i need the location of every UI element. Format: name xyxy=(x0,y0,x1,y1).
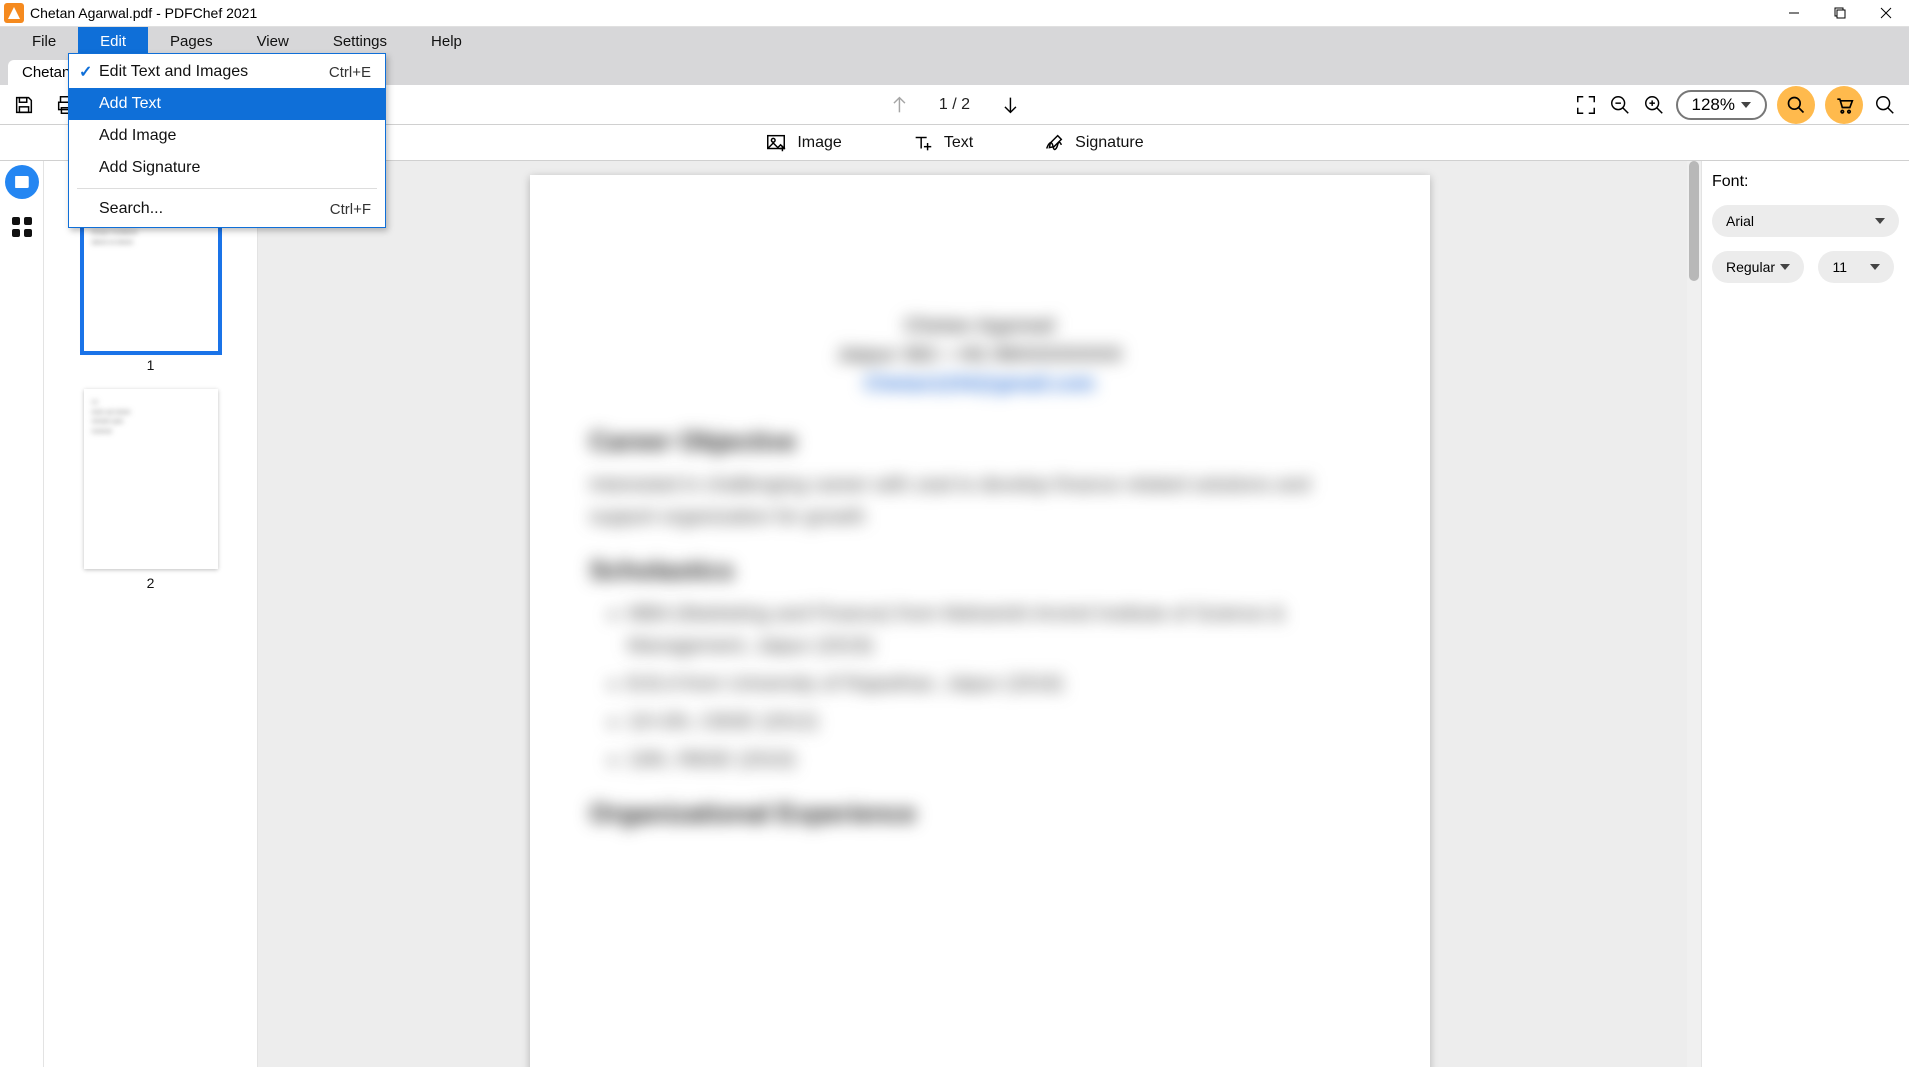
insert-signature-label: Signature xyxy=(1075,134,1144,152)
para-career: Interested in challenging career with ze… xyxy=(590,469,1370,533)
close-button[interactable] xyxy=(1863,0,1909,27)
menubar: File Edit Pages View Settings Help xyxy=(0,27,1909,55)
page-indicator: 1 / 2 xyxy=(939,96,970,114)
page-1[interactable]: Chetan Agarwal Jaipur 302 ▪ +91 99XXXXXX… xyxy=(530,175,1430,1067)
grid-view-button[interactable] xyxy=(12,217,32,237)
document-area[interactable]: Chetan Agarwal Jaipur 302 ▪ +91 99XXXXXX… xyxy=(258,161,1701,1067)
menu-edit[interactable]: Edit xyxy=(78,27,148,55)
scholastic-1: MBA (Marketing and Finance) from Maharis… xyxy=(628,598,1370,662)
signature-icon xyxy=(1043,132,1065,154)
menu-item-label: Search... xyxy=(99,200,330,218)
heading-org: Organizational Experience xyxy=(590,798,1370,829)
font-panel: Font: Arial Regular 11 xyxy=(1701,161,1909,1067)
edit-menu-dropdown: ✓ Edit Text and Images Ctrl+E Add Text A… xyxy=(68,53,386,228)
menu-file[interactable]: File xyxy=(10,27,78,55)
vertical-scrollbar[interactable] xyxy=(1687,161,1701,1067)
search-button[interactable] xyxy=(1873,93,1897,117)
menu-item-label: Add Text xyxy=(99,95,371,113)
chevron-down-icon xyxy=(1875,218,1885,224)
menu-help[interactable]: Help xyxy=(409,27,484,55)
insert-image-label: Image xyxy=(797,134,841,152)
zoom-in-button[interactable] xyxy=(1642,93,1666,117)
thumbnail-2-label: 2 xyxy=(147,575,155,591)
scholastic-3: 10+2th, CBSE (2012) xyxy=(628,706,1370,738)
font-weight-value: Regular xyxy=(1726,259,1775,275)
insert-signature-button[interactable]: Signature xyxy=(1043,132,1144,154)
prev-page-button[interactable] xyxy=(887,93,911,117)
font-weight-select[interactable]: Regular xyxy=(1712,251,1804,283)
insert-text-button[interactable]: Text xyxy=(912,132,973,154)
scholastic-2: B.B.A from University of Rajasthan, Jaip… xyxy=(628,668,1370,700)
menu-item-label: Edit Text and Images xyxy=(99,63,329,81)
resume-address: Jaipur 302 ▪ +91 99XXXXXXXX xyxy=(590,344,1370,367)
menu-edit-text-and-images[interactable]: ✓ Edit Text and Images Ctrl+E xyxy=(69,56,385,88)
thumbnail-panel: Lorem ipsumdolor sit ametconsecteturadip… xyxy=(44,161,258,1067)
zoom-select[interactable]: 128% xyxy=(1676,90,1767,120)
maximize-button[interactable] xyxy=(1817,0,1863,27)
menu-item-shortcut: Ctrl+E xyxy=(329,64,371,81)
thumbnail-2[interactable]: Utenim ad minimveniam quisnostrud xyxy=(84,389,218,569)
chevron-down-icon xyxy=(1870,264,1880,270)
scholastic-4: 10th, RBSE (2010) xyxy=(628,744,1370,776)
app-body: Lorem ipsumdolor sit ametconsecteturadip… xyxy=(0,161,1909,1067)
minimize-button[interactable] xyxy=(1771,0,1817,27)
panel-icon xyxy=(13,173,31,191)
menu-search[interactable]: Search... Ctrl+F xyxy=(69,193,385,225)
menu-pages[interactable]: Pages xyxy=(148,27,235,55)
menu-item-label: Add Image xyxy=(99,127,371,145)
titlebar: Chetan Agarwal.pdf - PDFChef 2021 xyxy=(0,0,1909,27)
heading-career: Career Objective xyxy=(590,426,1370,457)
font-family-value: Arial xyxy=(1726,213,1754,229)
fullscreen-button[interactable] xyxy=(1574,93,1598,117)
menu-item-shortcut: Ctrl+F xyxy=(330,201,371,218)
check-icon: ✓ xyxy=(79,62,99,82)
resume-name: Chetan Agarwal xyxy=(590,315,1370,338)
menu-item-label: Add Signature xyxy=(99,159,371,177)
font-panel-heading: Font: xyxy=(1712,173,1899,191)
menu-separator xyxy=(77,188,377,189)
font-family-select[interactable]: Arial xyxy=(1712,205,1899,237)
resume-email: Chetan1234@gmail.com xyxy=(590,373,1370,396)
insert-image-button[interactable]: Image xyxy=(765,132,841,154)
scroll-handle[interactable] xyxy=(1689,161,1699,281)
menu-add-text[interactable]: Add Text xyxy=(69,88,385,120)
cart-button[interactable] xyxy=(1825,86,1863,124)
menu-settings[interactable]: Settings xyxy=(311,27,409,55)
window-title: Chetan Agarwal.pdf - PDFChef 2021 xyxy=(30,5,257,21)
font-size-value: 11 xyxy=(1832,259,1847,275)
text-icon xyxy=(912,132,934,154)
thumbnails-toggle[interactable] xyxy=(5,165,39,199)
menu-add-signature[interactable]: Add Signature xyxy=(69,152,385,184)
save-button[interactable] xyxy=(12,93,36,117)
find-button[interactable] xyxy=(1777,86,1815,124)
menu-view[interactable]: View xyxy=(235,27,311,55)
image-icon xyxy=(765,132,787,154)
app-icon xyxy=(4,3,24,23)
insert-text-label: Text xyxy=(944,134,973,152)
chevron-down-icon xyxy=(1780,264,1790,270)
side-strip xyxy=(0,161,44,1067)
thumbnail-1-label: 1 xyxy=(147,357,155,373)
chevron-down-icon xyxy=(1741,102,1751,108)
font-size-select[interactable]: 11 xyxy=(1818,251,1894,283)
next-page-button[interactable] xyxy=(998,93,1022,117)
menu-add-image[interactable]: Add Image xyxy=(69,120,385,152)
zoom-out-button[interactable] xyxy=(1608,93,1632,117)
zoom-value: 128% xyxy=(1692,95,1735,115)
heading-scholastics: Scholastics xyxy=(590,555,1370,586)
